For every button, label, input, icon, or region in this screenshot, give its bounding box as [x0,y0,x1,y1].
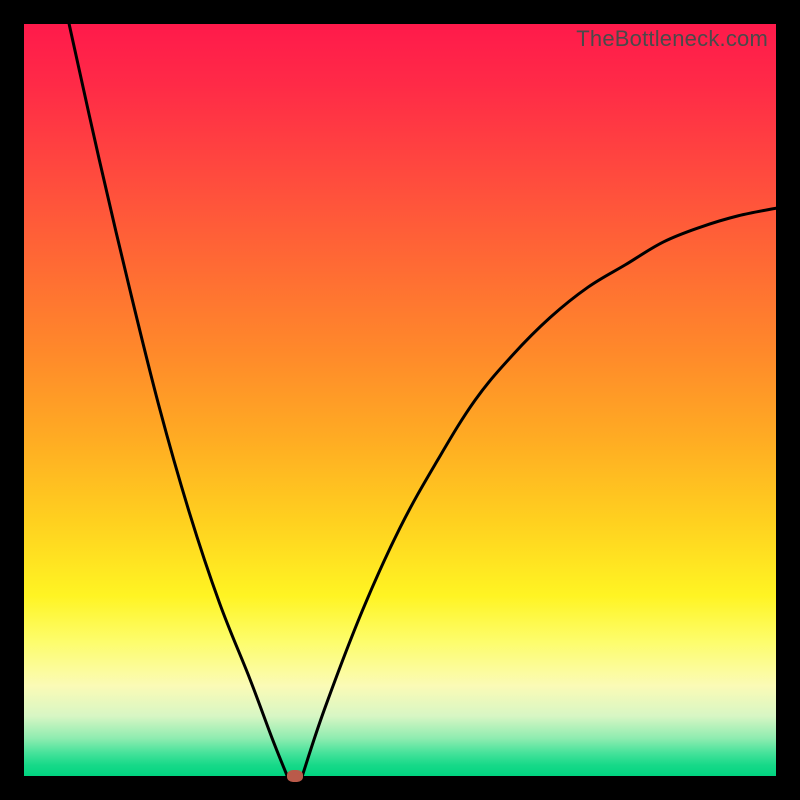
curve-layer [24,24,776,776]
curve-right-branch [302,208,776,776]
curve-left-branch [69,24,287,776]
attribution-label: TheBottleneck.com [576,26,768,52]
chart-frame: TheBottleneck.com [0,0,800,800]
bottleneck-marker [287,770,303,782]
plot-area: TheBottleneck.com [24,24,776,776]
